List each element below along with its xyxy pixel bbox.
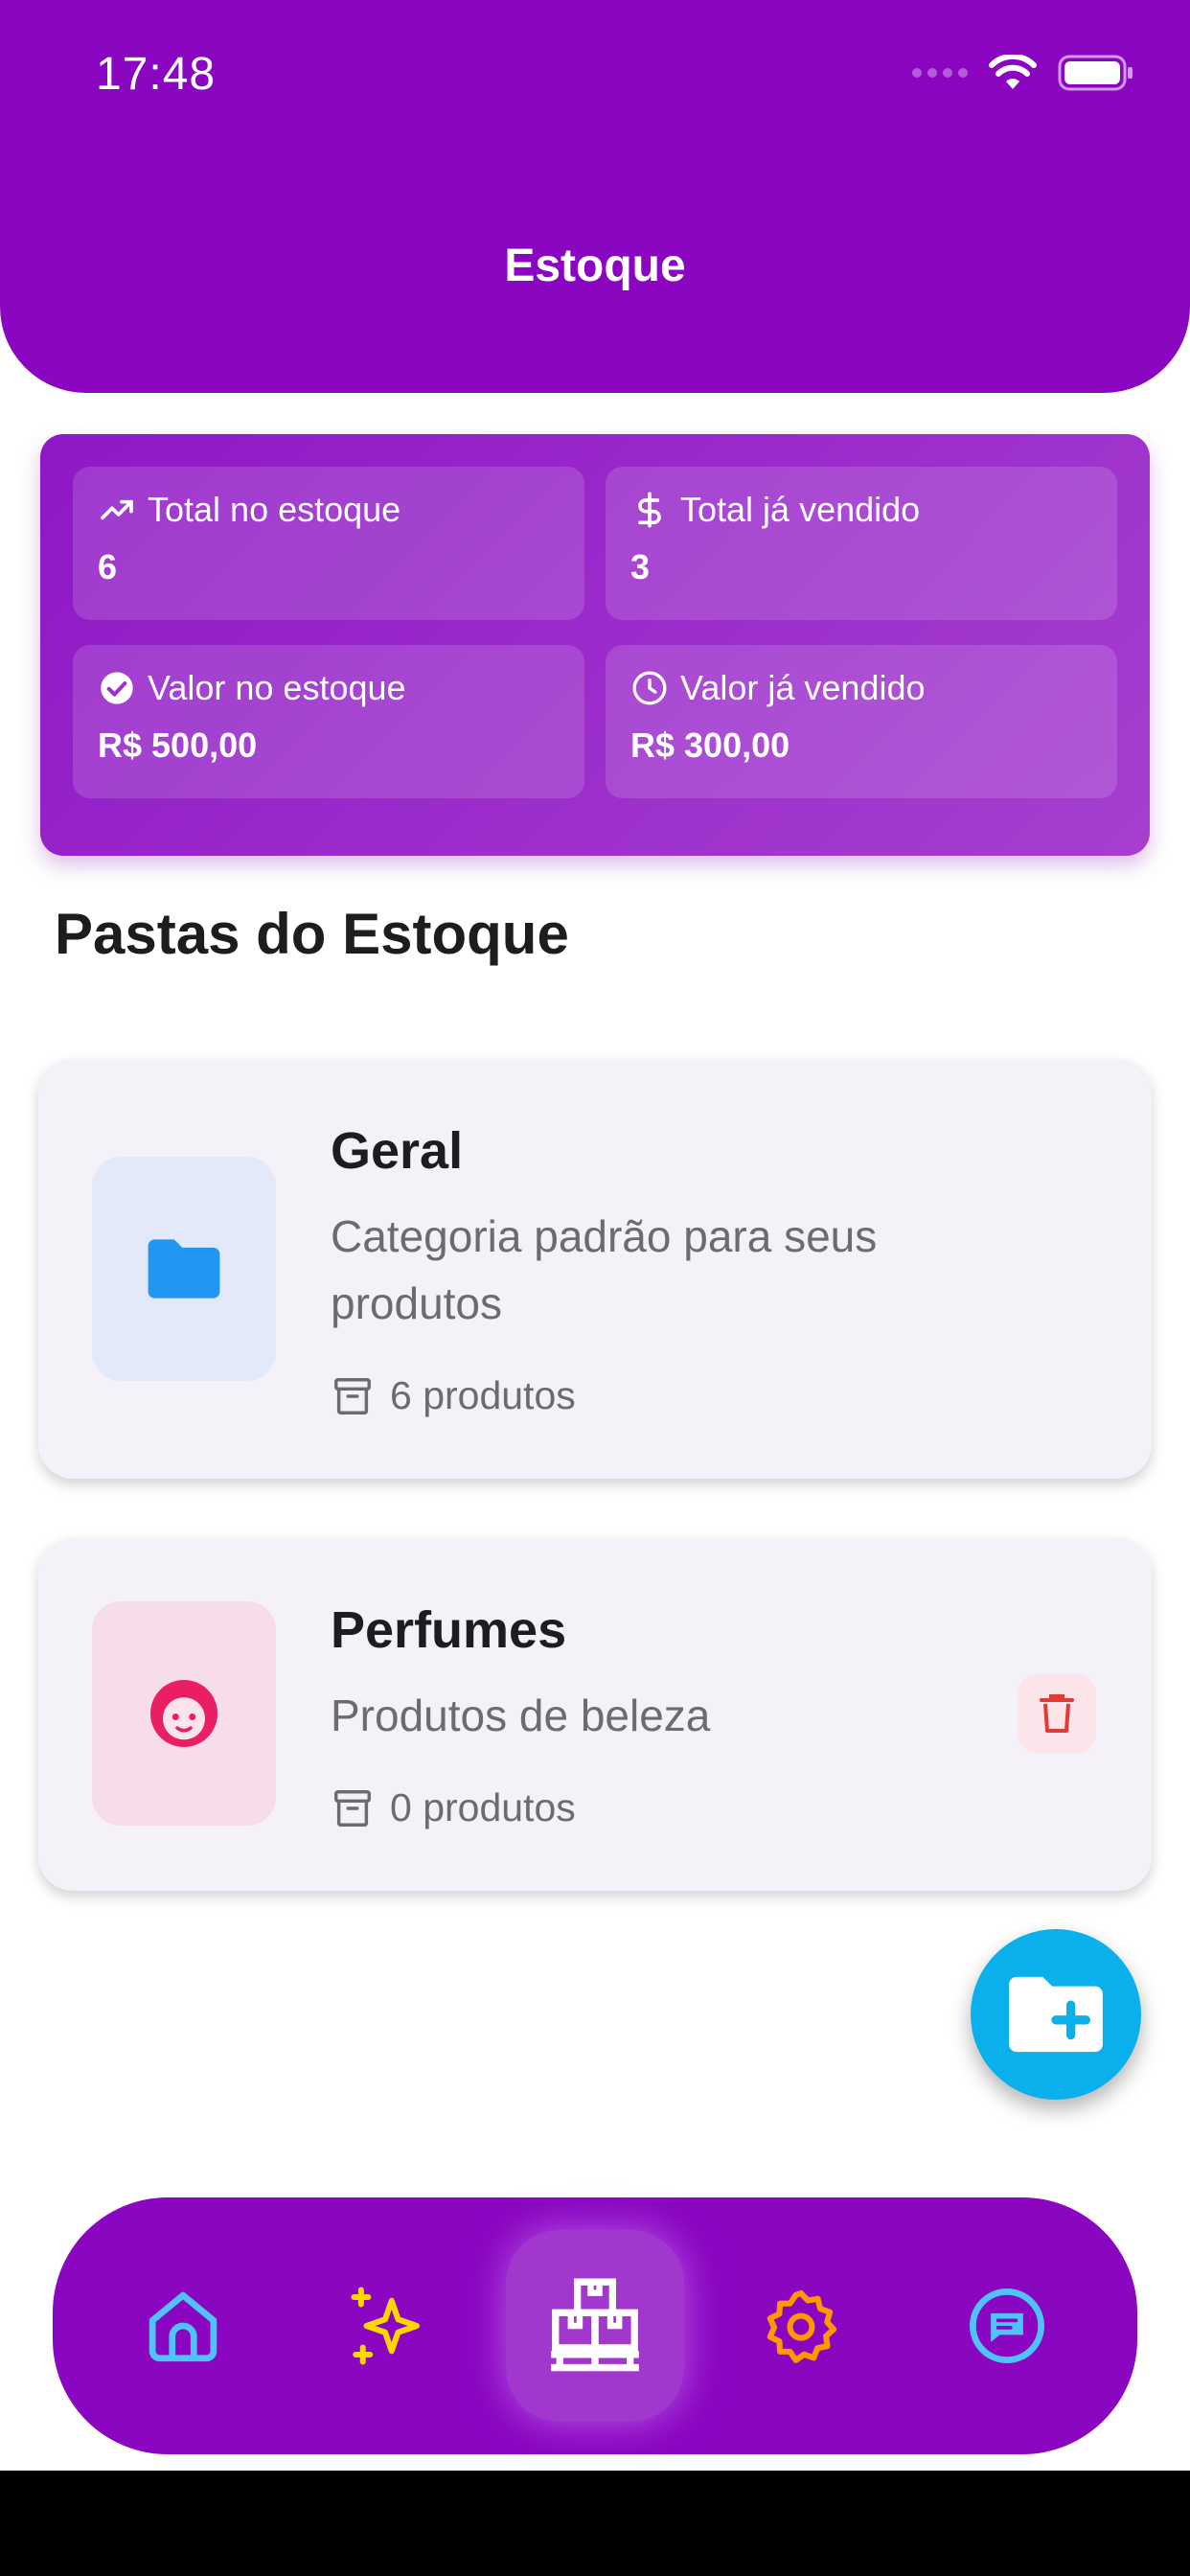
stat-label: Valor já vendido [680, 668, 926, 707]
dollar-icon [638, 492, 661, 528]
folder-icon-box [92, 1601, 276, 1826]
face-icon [150, 1680, 217, 1747]
folder-count-text: 6 produtos [390, 1373, 576, 1417]
nav-settings[interactable] [760, 2285, 842, 2367]
stat-label: Total já vendido [680, 490, 921, 529]
stat-value: R$ 500,00 [98, 725, 258, 765]
add-folder-button[interactable] [971, 1929, 1141, 2100]
folder-card-geral[interactable]: Geral Categoria padrão para seus produto… [38, 1059, 1152, 1479]
folder-description: Categoria padrão para seus produtos [331, 1211, 878, 1328]
stat-total-sold: Total já vendido 3 [606, 467, 1117, 620]
stat-label: Valor no estoque [148, 668, 406, 707]
nav-chat[interactable] [964, 2283, 1050, 2369]
home-icon [149, 2291, 217, 2362]
archive-box-icon [334, 1789, 371, 1827]
delete-folder-button[interactable] [1018, 1674, 1096, 1753]
stat-stock-value: Valor no estoque R$ 500,00 [73, 645, 584, 798]
stat-value: 6 [98, 547, 118, 586]
stat-value: 3 [630, 547, 651, 586]
nav-inventory-active[interactable] [506, 2230, 684, 2422]
folder-name: Geral [331, 1122, 464, 1180]
app-header: 17:48 Estoque [0, 0, 1190, 393]
status-icons [912, 54, 1134, 92]
folder-icon-box [92, 1157, 276, 1381]
folder-count-text: 0 produtos [390, 1785, 576, 1829]
status-time: 17:48 [96, 49, 217, 100]
folder-card-perfumes[interactable]: Perfumes Produtos de beleza 0 produtos [38, 1538, 1152, 1891]
page-title: Estoque [504, 241, 686, 291]
wifi-icon [989, 55, 1037, 89]
folder-description: Produtos de beleza [331, 1690, 711, 1740]
stat-sold-value: Valor já vendido R$ 300,00 [606, 645, 1117, 798]
folder-product-count: 6 produtos [331, 1373, 576, 1418]
folder-product-count: 0 produtos [331, 1785, 576, 1830]
add-folder-icon [1009, 1976, 1103, 2053]
archive-box-icon [334, 1377, 371, 1414]
settings-gear-icon [767, 2289, 837, 2363]
signal-dots-icon [912, 68, 968, 78]
folder-name: Perfumes [331, 1601, 567, 1659]
inventory-boxes-icon [551, 2278, 639, 2372]
folder-icon [148, 1239, 220, 1299]
clock-icon [632, 671, 667, 705]
nav-home[interactable] [140, 2283, 226, 2369]
bottom-navigation [53, 2197, 1137, 2454]
stock-summary-panel: Total no estoque 6 Total já vendido 3 Va… [40, 434, 1150, 856]
trash-icon [1040, 1694, 1074, 1733]
stat-label: Total no estoque [148, 490, 401, 529]
system-bottom-bar [0, 2471, 1190, 2576]
stat-total-stock: Total no estoque 6 [73, 467, 584, 620]
stat-value: R$ 300,00 [630, 725, 790, 765]
battery-icon [1058, 55, 1133, 91]
sparkles-icon [351, 2287, 420, 2365]
chat-icon [970, 2288, 1044, 2363]
trending-up-icon [101, 499, 133, 520]
nav-sparkles[interactable] [345, 2283, 431, 2369]
check-circle-icon [101, 672, 133, 704]
section-title: Pastas do Estoque [55, 902, 569, 966]
